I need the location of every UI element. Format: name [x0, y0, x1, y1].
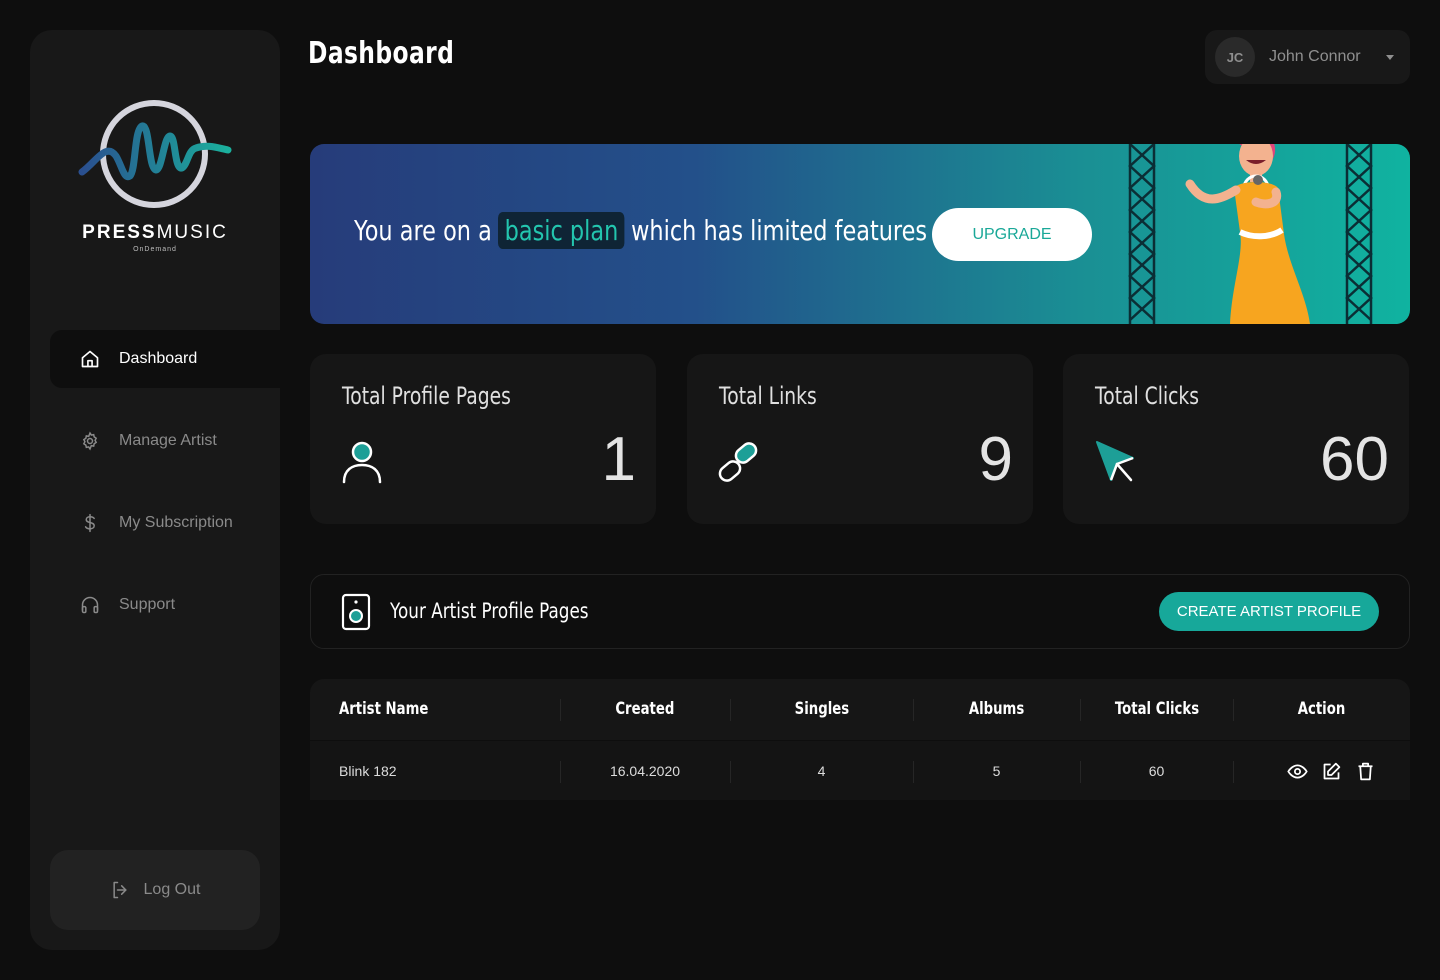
cell-artist-name: Blink 182 — [339, 763, 397, 779]
column-divider — [560, 761, 561, 783]
stat-title: Total Profile Pages — [342, 382, 511, 410]
cursor-icon — [1096, 441, 1134, 482]
section-title: Your Artist Profile Pages — [390, 599, 589, 623]
dollar-icon — [84, 513, 95, 533]
stage-truss-right — [1345, 144, 1373, 324]
home-icon — [81, 350, 99, 368]
logo-wave-icon — [78, 122, 232, 181]
banner-text-before: You are on a — [354, 214, 492, 247]
cell-created: 16.04.2020 — [609, 763, 681, 779]
sidebar-item-label: Support — [119, 596, 176, 613]
artist-profiles-header: Your Artist Profile Pages CREATE ARTIST … — [310, 574, 1410, 649]
stat-value: 9 — [978, 425, 1013, 494]
artist-profiles-table: Artist Name Created Singles Albums Total… — [310, 679, 1410, 800]
logout-label: Log Out — [143, 881, 201, 898]
stat-value: 60 — [1320, 425, 1389, 494]
stat-value: 1 — [601, 425, 636, 494]
stat-card-profile-pages: Total Profile Pages 1 — [310, 354, 656, 524]
gear-icon — [82, 431, 98, 451]
chevron-down-icon — [1386, 55, 1394, 60]
cell-albums: 5 — [992, 763, 1001, 779]
sidebar-item-my-subscription[interactable]: My Subscription — [50, 494, 280, 552]
cell-total-clicks: 60 — [1148, 763, 1165, 779]
column-divider — [1080, 761, 1081, 783]
brand-name: PRESSMUSIC — [82, 222, 228, 243]
brand-tagline: OnDemand — [133, 246, 177, 253]
column-divider — [730, 699, 731, 721]
table-row: Blink 182 16.04.2020 4 5 60 — [310, 740, 1410, 800]
banner-message: You are on a basic plan which has limite… — [354, 212, 927, 249]
user-icon — [342, 441, 382, 484]
speaker-icon — [341, 593, 371, 631]
eye-icon[interactable] — [1287, 761, 1308, 782]
column-divider — [913, 761, 914, 783]
column-divider — [913, 699, 914, 721]
column-divider — [730, 761, 731, 783]
sidebar-item-manage-artist[interactable]: Manage Artist — [50, 412, 280, 470]
brand-logo[interactable]: PRESSMUSIC OnDemand — [78, 98, 232, 288]
plan-badge: basic plan — [498, 212, 625, 249]
sidebar-item-label: Dashboard — [119, 350, 198, 367]
sidebar-item-dashboard[interactable]: Dashboard — [50, 330, 280, 388]
logout-button[interactable]: Log Out — [50, 850, 260, 930]
stage-truss-left — [1128, 144, 1156, 324]
sidebar-nav: Dashboard Manage Artist My Subscription … — [50, 330, 280, 658]
trash-icon[interactable] — [1355, 761, 1376, 782]
sidebar-item-label: My Subscription — [119, 514, 233, 531]
user-menu[interactable]: JC John Connor — [1205, 30, 1410, 84]
cell-singles: 4 — [817, 763, 826, 779]
edit-icon[interactable] — [1321, 761, 1342, 782]
column-divider — [560, 699, 561, 721]
link-icon — [718, 442, 758, 482]
sidebar-item-label: Manage Artist — [119, 432, 217, 449]
column-header-singles[interactable]: Singles — [730, 679, 913, 739]
column-header-action: Action — [1297, 699, 1346, 719]
sidebar-item-support[interactable]: Support — [50, 576, 280, 634]
column-header-artist-name[interactable]: Artist Name — [310, 679, 560, 739]
column-header-total-clicks[interactable]: Total Clicks — [1080, 679, 1233, 739]
create-artist-profile-button[interactable]: CREATE ARTIST PROFILE — [1159, 592, 1379, 631]
user-name: John Connor — [1269, 48, 1361, 65]
table-header-row: Artist Name Created Singles Albums Total… — [310, 679, 1410, 739]
headphones-icon — [81, 596, 99, 614]
stat-card-clicks: Total Clicks 60 — [1063, 354, 1409, 524]
singer-illustration — [1185, 144, 1310, 324]
column-divider — [1233, 699, 1234, 721]
sidebar: PRESSMUSIC OnDemand Dashboard Manage Art… — [30, 30, 280, 950]
column-header-albums[interactable]: Albums — [913, 679, 1080, 739]
avatar: JC — [1215, 37, 1255, 77]
column-header-created[interactable]: Created — [560, 679, 730, 739]
stat-card-links: Total Links 9 — [687, 354, 1033, 524]
column-divider — [1233, 761, 1234, 783]
column-divider — [1080, 699, 1081, 721]
upgrade-button[interactable]: UPGRADE — [932, 208, 1092, 261]
banner-text-after: which has limited features — [631, 214, 928, 247]
upgrade-banner: You are on a basic plan which has limite… — [310, 144, 1410, 324]
stat-title: Total Clicks — [1095, 382, 1200, 410]
stat-title: Total Links — [719, 382, 817, 410]
row-actions — [1233, 741, 1410, 800]
logout-icon — [112, 881, 127, 899]
page-title: Dashboard — [308, 36, 455, 71]
